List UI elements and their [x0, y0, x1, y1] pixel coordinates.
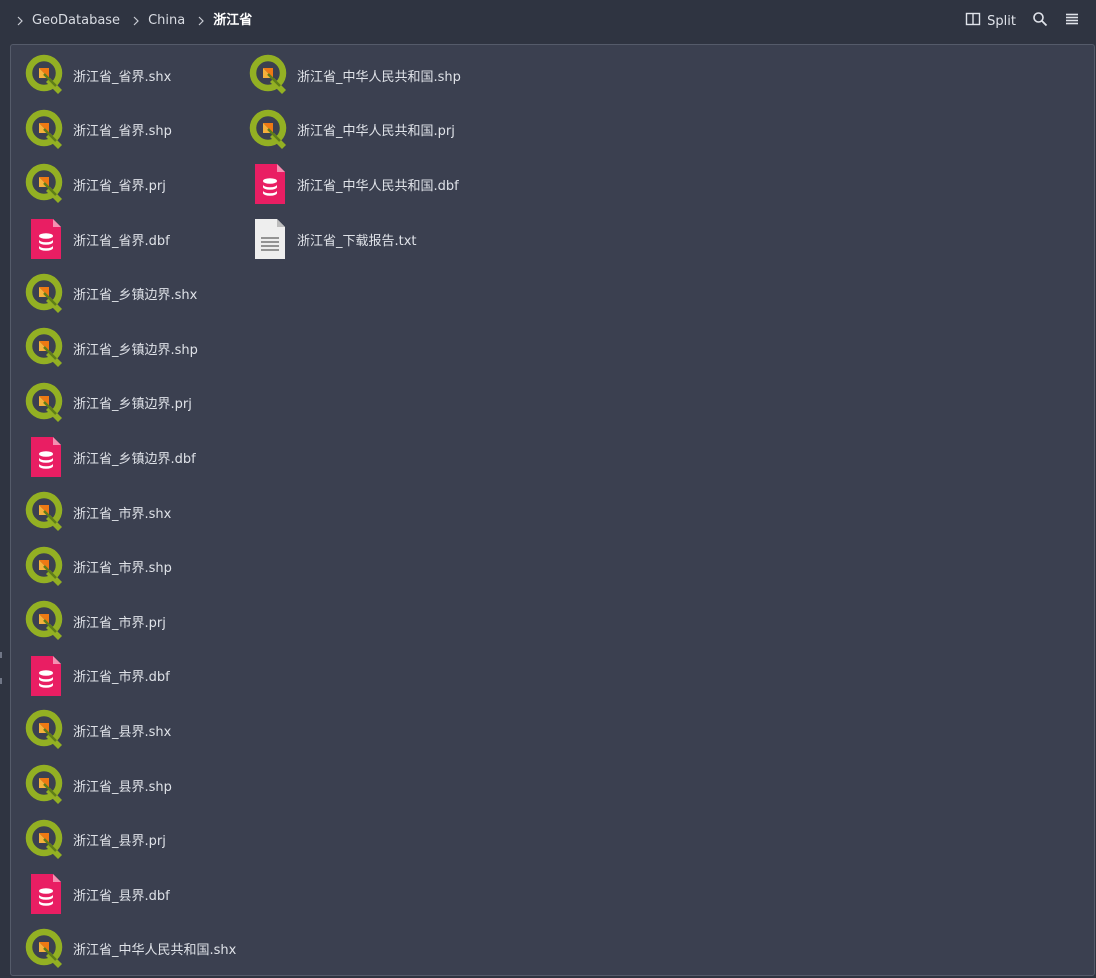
file-name: 浙江省_市界.prj: [73, 615, 166, 631]
file-item[interactable]: 浙江省_乡镇边界.dbf: [23, 430, 247, 485]
menu-button[interactable]: [1058, 7, 1086, 35]
split-view-icon: [965, 11, 981, 31]
qgis-file-icon: [23, 598, 69, 644]
database-file-icon: [23, 434, 69, 480]
file-name: 浙江省_省界.prj: [73, 178, 166, 194]
qgis-file-icon: [23, 161, 69, 207]
file-item[interactable]: 浙江省_省界.dbf: [23, 212, 247, 267]
file-item[interactable]: 浙江省_中华人民共和国.dbf: [247, 157, 471, 212]
chevron-right-icon: [12, 13, 28, 29]
file-item[interactable]: 浙江省_中华人民共和国.shx: [23, 922, 247, 977]
qgis-file-icon: [23, 271, 69, 317]
file-name: 浙江省_下载报告.txt: [297, 233, 417, 249]
file-name: 浙江省_县界.dbf: [73, 888, 170, 904]
file-name: 浙江省_县界.shp: [73, 779, 172, 795]
file-name: 浙江省_市界.shp: [73, 561, 172, 577]
file-item[interactable]: 浙江省_乡镇边界.prj: [23, 376, 247, 431]
qgis-file-icon: [23, 707, 69, 753]
file-item[interactable]: 浙江省_乡镇边界.shx: [23, 266, 247, 321]
database-file-icon: [23, 871, 69, 917]
file-item[interactable]: 浙江省_省界.shx: [23, 48, 247, 103]
split-button[interactable]: Split: [959, 7, 1022, 35]
qgis-file-icon: [23, 544, 69, 590]
toolbar: GeoDatabase China 浙江省 Split: [0, 0, 1096, 42]
file-item[interactable]: 浙江省_市界.prj: [23, 594, 247, 649]
file-name: 浙江省_乡镇边界.dbf: [73, 451, 196, 467]
file-item[interactable]: 浙江省_市界.shp: [23, 539, 247, 594]
database-file-icon: [23, 216, 69, 262]
file-item[interactable]: 浙江省_中华人民共和国.prj: [247, 103, 471, 158]
split-label: Split: [987, 13, 1016, 29]
hamburger-menu-icon: [1064, 11, 1080, 31]
file-item[interactable]: 浙江省_下载报告.txt: [247, 212, 471, 267]
breadcrumb-item-china[interactable]: China: [144, 0, 193, 42]
qgis-file-icon: [247, 107, 293, 153]
file-name: 浙江省_乡镇边界.shx: [73, 288, 198, 304]
file-view-panel[interactable]: 浙江省_省界.shx 浙江省_省界.shp 浙江省_省界.prj 浙江省_省界.…: [10, 44, 1095, 976]
file-item[interactable]: 浙江省_县界.shp: [23, 758, 247, 813]
file-name: 浙江省_乡镇边界.shp: [73, 342, 198, 358]
file-item[interactable]: 浙江省_省界.shp: [23, 103, 247, 158]
qgis-file-icon: [23, 489, 69, 535]
file-name: 浙江省_省界.dbf: [73, 233, 170, 249]
qgis-file-icon: [23, 926, 69, 972]
qgis-file-icon: [23, 107, 69, 153]
file-name: 浙江省_县界.shx: [73, 724, 172, 740]
chevron-right-icon: [128, 13, 144, 29]
file-item[interactable]: 浙江省_县界.dbf: [23, 867, 247, 922]
file-name: 浙江省_市界.shx: [73, 506, 172, 522]
database-file-icon: [23, 653, 69, 699]
text-file-icon: [247, 216, 293, 262]
file-name: 浙江省_中华人民共和国.dbf: [297, 178, 459, 194]
breadcrumb-item-current[interactable]: 浙江省: [209, 0, 260, 42]
file-name: 浙江省_市界.dbf: [73, 670, 170, 686]
file-name: 浙江省_中华人民共和国.shx: [73, 943, 237, 959]
qgis-file-icon: [23, 762, 69, 808]
search-icon: [1032, 11, 1048, 31]
file-item[interactable]: 浙江省_县界.prj: [23, 812, 247, 867]
qgis-file-icon: [247, 52, 293, 98]
qgis-file-icon: [23, 52, 69, 98]
toolbar-actions: Split: [959, 7, 1086, 35]
file-item[interactable]: 浙江省_县界.shx: [23, 703, 247, 758]
resize-handle-mark: [0, 678, 2, 684]
file-name: 浙江省_县界.prj: [73, 834, 166, 850]
qgis-file-icon: [23, 325, 69, 371]
qgis-file-icon: [23, 380, 69, 426]
file-name: 浙江省_中华人民共和国.prj: [297, 124, 455, 140]
breadcrumb: GeoDatabase China 浙江省: [12, 0, 260, 42]
file-item[interactable]: 浙江省_市界.dbf: [23, 649, 247, 704]
file-icon-grid: 浙江省_省界.shx 浙江省_省界.shp 浙江省_省界.prj 浙江省_省界.…: [23, 48, 471, 976]
file-item[interactable]: 浙江省_省界.prj: [23, 157, 247, 212]
chevron-right-icon: [193, 13, 209, 29]
breadcrumb-item-geodatabase[interactable]: GeoDatabase: [28, 0, 128, 42]
file-name: 浙江省_乡镇边界.prj: [73, 397, 192, 413]
search-button[interactable]: [1026, 7, 1054, 35]
file-name: 浙江省_省界.shx: [73, 69, 172, 85]
file-name: 浙江省_省界.shp: [73, 124, 172, 140]
file-item[interactable]: 浙江省_市界.shx: [23, 485, 247, 540]
file-item[interactable]: 浙江省_中华人民共和国.shp: [247, 48, 471, 103]
resize-handle-mark: [0, 652, 2, 658]
file-item[interactable]: 浙江省_乡镇边界.shp: [23, 321, 247, 376]
qgis-file-icon: [23, 817, 69, 863]
file-name: 浙江省_中华人民共和国.shp: [297, 69, 461, 85]
database-file-icon: [247, 161, 293, 207]
